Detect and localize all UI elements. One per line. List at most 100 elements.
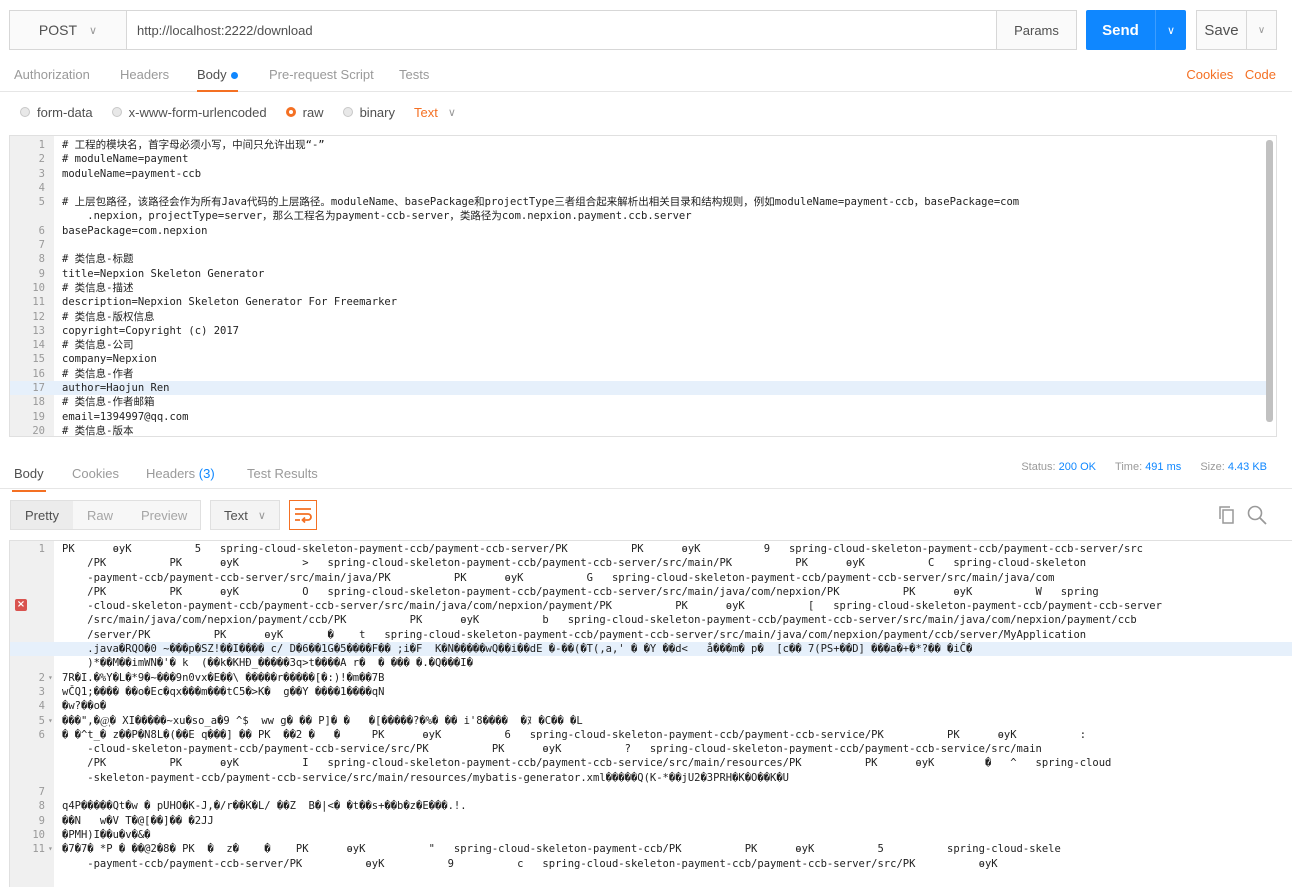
copy-icon[interactable]	[1217, 504, 1239, 526]
request-line: 3 moduleName=payment-ccb	[10, 167, 1266, 181]
line-number: 11	[32, 296, 45, 309]
tab-response-headers[interactable]: Headers (3)	[146, 466, 215, 481]
view-raw[interactable]: Raw	[73, 508, 127, 523]
view-preview[interactable]: Preview	[127, 508, 201, 523]
request-line: 10 # 类信息-描述	[10, 281, 1266, 295]
request-line: 8 # 类信息-标题	[10, 252, 1266, 266]
line-number: 1	[38, 139, 45, 151]
line-text: /src/main/java/com/nepxion/payment/ccb/P…	[62, 614, 1137, 627]
response-line: 3 wČQ1;���� ��o�Ec�qx���m���tC5�>K� g��Y …	[10, 685, 1292, 699]
fold-arrow-icon[interactable]: ▾	[48, 671, 53, 685]
format-select[interactable]: Text ∨	[210, 500, 280, 530]
mode-raw[interactable]: raw	[285, 105, 324, 120]
line-text: title=Nepxion Skeleton Generator	[62, 267, 265, 280]
raw-type-select[interactable]: Text ∨	[414, 105, 456, 120]
radio-selected-icon	[285, 107, 296, 117]
line-text: /PK PK ѳyK > spring-cloud-skeleton-payme…	[62, 557, 1087, 570]
line-number: 1	[38, 543, 45, 555]
line-number: 7	[38, 786, 45, 799]
response-line: × -cloud-skeleton-payment-ccb/payment-cc…	[10, 599, 1292, 613]
time-label: Time:	[1115, 461, 1143, 473]
line-number: 10	[32, 828, 45, 841]
tab-response-cookies[interactable]: Cookies	[72, 466, 119, 481]
tab-prerequest-script[interactable]: Pre-request Script	[269, 67, 374, 82]
line-number: 8	[38, 800, 45, 813]
line-text: )*��M��imWN�'� k (��k�KHÐ_�����3q>t����A…	[62, 657, 473, 670]
url-input[interactable]: http://localhost:2222/download	[127, 11, 996, 49]
method-select[interactable]: POST ∨	[10, 11, 127, 49]
line-text: -cloud-skeleton-payment-ccb/payment-ccb-…	[62, 600, 1162, 613]
wrap-lines-icon	[295, 508, 312, 523]
tab-response-headers-label: Headers	[146, 466, 196, 481]
request-line: 18 # 类信息-作者邮箱	[10, 395, 1266, 409]
format-label: Text	[224, 507, 248, 523]
time-info: Time: 491 ms	[1115, 461, 1181, 473]
tab-tests[interactable]: Tests	[399, 67, 429, 82]
line-number: 9	[38, 814, 45, 827]
editor-scrollbar[interactable]	[1266, 140, 1273, 422]
fold-arrow-icon[interactable]: ▾	[48, 842, 53, 856]
tab-test-results[interactable]: Test Results	[247, 466, 318, 481]
line-text: # 类信息-版权信息	[62, 310, 155, 323]
request-body-editor[interactable]: 1 # 工程的模块名，首字母必须小写，中间只允许出现“-” 2 # moduleNam…	[9, 135, 1277, 437]
line-number: 17	[32, 382, 45, 395]
error-marker-icon[interactable]: ×	[15, 599, 27, 612]
radio-icon	[342, 107, 353, 117]
line-text: # 工程的模块名，首字母必须小写，中间只允许出现“-”	[62, 139, 325, 151]
line-number: 7	[38, 239, 45, 252]
line-text: ��N w�V T�@[��]�� �2JJ	[62, 814, 214, 827]
tab-authorization[interactable]: Authorization	[14, 67, 90, 82]
request-line: 13 copyright=Copyright (c) 2017	[10, 324, 1266, 338]
save-dropdown-chevron-icon[interactable]: ∨	[1247, 11, 1276, 49]
line-number: 14	[32, 339, 45, 352]
line-text: q4P�����Qt�w � pUHO�K-J,�/r��K�L/ ��Z B�…	[62, 800, 467, 813]
params-button[interactable]: Params	[996, 11, 1076, 49]
line-number: 18	[32, 396, 45, 409]
line-text: author=Haojun Ren	[62, 382, 170, 395]
send-dropdown-chevron-icon[interactable]: ∨	[1156, 10, 1186, 50]
response-line: -payment-ccb/payment-ccb-server/src/main…	[10, 571, 1292, 585]
request-line: 6 basePackage=com.nepxion	[10, 224, 1266, 238]
method-label: POST	[38, 22, 78, 38]
save-button[interactable]: Save	[1197, 11, 1247, 49]
fold-arrow-icon[interactable]: ▾	[48, 714, 53, 728]
line-text: /server/PK PK ѳyK � t spring-cloud-skele…	[62, 628, 1087, 641]
mode-urlencoded[interactable]: x-www-form-urlencoded	[111, 104, 267, 120]
search-icon[interactable]	[1246, 504, 1268, 526]
response-line: /PK PK ѳyK I spring-cloud-skeleton-payme…	[10, 756, 1292, 770]
response-body-viewer[interactable]: 1 PK ѳyK 5 spring-cloud-skeleton-payment-…	[9, 540, 1292, 887]
mode-urlencoded-label: x-www-form-urlencoded	[128, 104, 267, 120]
line-text: description=Nepxion Skeleton Generator F…	[62, 296, 398, 309]
view-mode-segment: Pretty Raw Preview	[10, 500, 201, 530]
line-number: 6	[38, 728, 45, 741]
send-button[interactable]: Send	[1086, 10, 1156, 50]
response-line: /server/PK PK ѳyK � t spring-cloud-skele…	[10, 628, 1292, 642]
response-line: 4 �w?��o�	[10, 699, 1292, 713]
line-text: basePackage=com.nepxion	[62, 224, 208, 237]
radio-icon	[111, 107, 122, 117]
modified-dot-icon	[230, 72, 238, 80]
request-line: 9 title=Nepxion Skeleton Generator	[10, 267, 1266, 281]
wrap-lines-button[interactable]	[289, 500, 317, 530]
tab-headers[interactable]: Headers	[120, 67, 169, 82]
mode-binary[interactable]: binary	[342, 105, 395, 120]
request-tabs: Authorization Headers Body Pre-request S…	[0, 60, 1292, 92]
chevron-down-icon: ∨	[89, 24, 98, 37]
tab-body-label: Body	[197, 67, 227, 82]
tab-body[interactable]: Body	[197, 67, 238, 92]
line-text: ���",�@ͅ� XI�����~xu�so_a�9 ^$ ww g� �� …	[62, 714, 583, 727]
response-line: -skeleton-payment-ccb/payment-ccb-servic…	[10, 771, 1292, 785]
line-text: � �^t_� z��P�N8L�(��E q���] �� PK ��2 � …	[62, 728, 1087, 741]
line-text: email=1394997@qq.com	[62, 410, 189, 423]
view-pretty[interactable]: Pretty	[11, 501, 73, 529]
line-text: # 类信息-作者邮箱	[62, 396, 155, 409]
line-number: 2	[38, 153, 45, 166]
mode-form-data[interactable]: form-data	[20, 105, 93, 120]
tab-response-body[interactable]: Body	[12, 466, 46, 492]
request-line: 11 description=Nepxion Skeleton Generator…	[10, 295, 1266, 309]
response-line: 10 �PMH)I��u�v�&�	[10, 828, 1292, 842]
line-text: /PK PK ѳyK I spring-cloud-skeleton-payme…	[62, 757, 1112, 770]
code-link[interactable]: Code	[1245, 67, 1276, 82]
cookies-link[interactable]: Cookies	[1186, 67, 1233, 82]
line-text: # 上层包路径，该路径会作为所有Java代码的上层路径。moduleName、b…	[62, 196, 1020, 209]
